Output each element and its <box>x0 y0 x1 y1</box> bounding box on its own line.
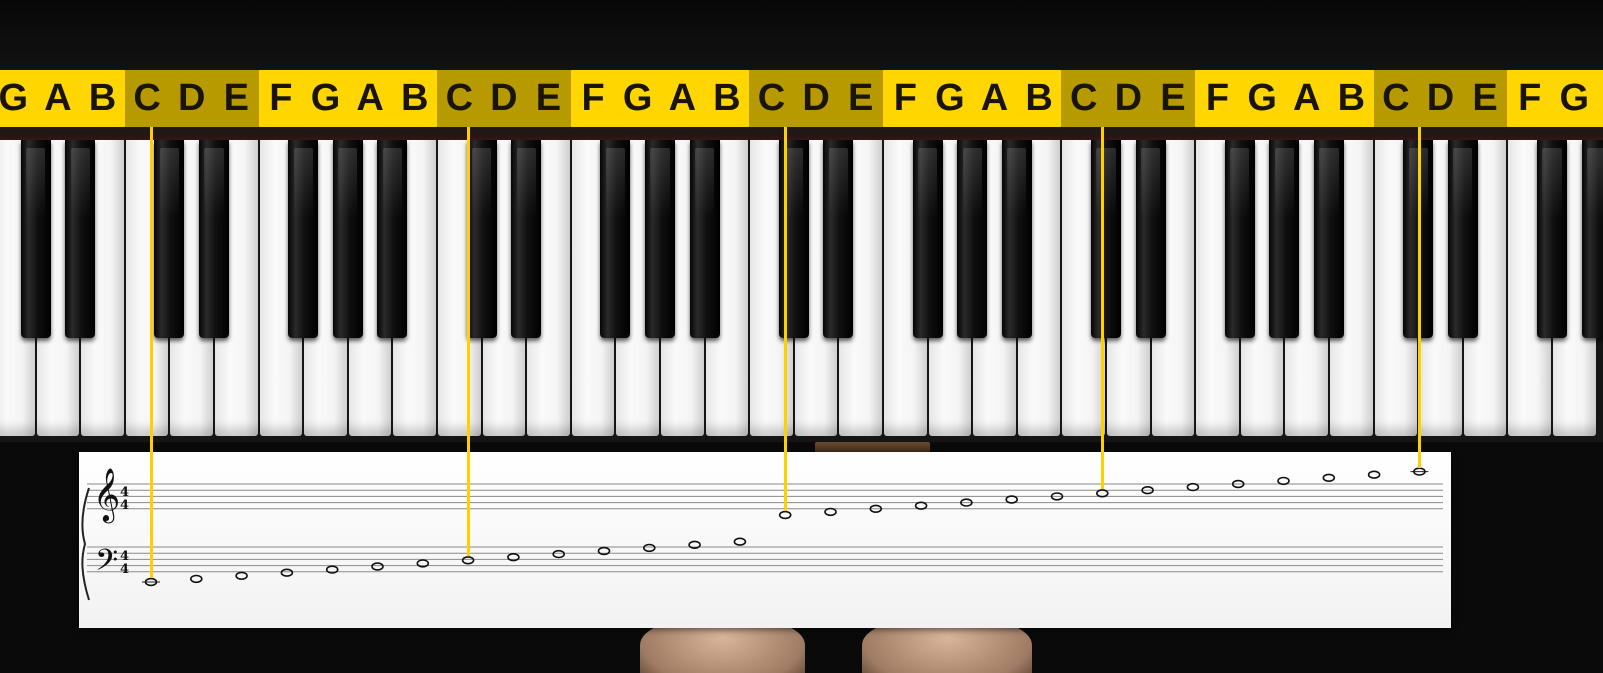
black-key[interactable] <box>1269 140 1300 338</box>
black-key[interactable] <box>511 140 542 338</box>
black-key[interactable] <box>1224 140 1255 338</box>
note-label-b: B <box>400 77 429 119</box>
black-key[interactable] <box>20 140 51 338</box>
note-label-b: B <box>1025 77 1053 119</box>
note-label-c: C <box>749 70 794 127</box>
black-key[interactable] <box>154 140 185 338</box>
note-label-a: A <box>668 77 697 119</box>
note-f2 <box>280 568 294 577</box>
black-key[interactable] <box>1581 140 1603 338</box>
score-panel: 𝄞 𝄢 4 4 4 4 <box>79 452 1451 628</box>
treble-clef-icon: 𝄞 <box>93 467 120 523</box>
grand-staff: 𝄞 𝄢 4 4 4 4 <box>81 467 1443 601</box>
guide-line-c3 <box>466 127 470 557</box>
note-label-b: B <box>88 77 117 119</box>
black-key[interactable] <box>332 140 363 338</box>
note-label-e: E <box>838 70 883 127</box>
note-f4 <box>914 501 928 510</box>
note-label-c: C <box>437 70 482 127</box>
note-g5 <box>1277 476 1290 486</box>
black-key[interactable] <box>1447 140 1478 338</box>
black-key[interactable] <box>600 140 631 338</box>
note-b5 <box>1367 470 1381 479</box>
note-label-e: E <box>526 70 571 127</box>
piano-lesson-frame: GABCDEFGABCDEFGABCDEFGABCDEFGABCDEFG 𝄞 𝄢… <box>0 0 1603 673</box>
note-label-d: D <box>481 70 527 127</box>
guide-line-c5 <box>1100 127 1104 490</box>
note-g3 <box>642 543 656 553</box>
bass-time-bottom: 4 <box>120 562 129 577</box>
note-d4 <box>824 507 837 517</box>
note-label-f: F <box>893 77 917 119</box>
black-key[interactable] <box>1001 140 1032 338</box>
note-d2 <box>190 574 203 584</box>
note-label-a: A <box>44 77 72 119</box>
treble-time-bottom: 4 <box>120 498 129 513</box>
note-label-f: F <box>1518 77 1542 119</box>
note-b3 <box>733 537 747 546</box>
black-key[interactable] <box>65 140 96 338</box>
black-key[interactable] <box>689 140 720 338</box>
black-key[interactable] <box>466 140 497 338</box>
black-key[interactable] <box>1091 140 1121 338</box>
note-label-d: D <box>793 70 839 127</box>
guide-line-c2 <box>149 127 153 578</box>
bass-clef-icon: 𝄢 <box>95 544 118 585</box>
note-label-c: C <box>1061 70 1106 127</box>
top-dark-area <box>0 0 1603 70</box>
note-label-g: G <box>1559 77 1590 119</box>
note-label-d: D <box>1418 70 1463 127</box>
guide-line-c6 <box>1417 127 1421 468</box>
note-e2 <box>235 571 248 581</box>
note-a4 <box>1005 495 1019 504</box>
staff-lines <box>87 483 1443 573</box>
black-key[interactable] <box>957 140 988 338</box>
note-label-a: A <box>356 77 384 119</box>
note-label-b: B <box>1337 77 1366 119</box>
note-label-d: D <box>169 70 214 127</box>
note-label-f: F <box>269 77 293 119</box>
note-label-c: C <box>124 70 170 127</box>
note-c5 <box>1095 489 1109 498</box>
black-key[interactable] <box>199 140 229 338</box>
note-label-d: D <box>1106 70 1151 127</box>
note-name-strip: GABCDEFGABCDEFGABCDEFGABCDEFGABCDEFG <box>0 70 1603 127</box>
note-label-c: C <box>1373 70 1419 127</box>
note-e3 <box>552 549 566 559</box>
black-key[interactable] <box>645 140 675 338</box>
note-label-e: E <box>1462 70 1508 127</box>
note-a2 <box>371 562 384 571</box>
note-e5 <box>1186 482 1200 492</box>
note-label-a: A <box>1292 77 1321 119</box>
black-key[interactable] <box>1537 140 1567 338</box>
note-c3 <box>461 556 475 565</box>
black-key[interactable] <box>288 140 319 338</box>
note-label-f: F <box>1205 77 1230 119</box>
black-key[interactable] <box>1135 140 1166 338</box>
piano-keyboard <box>0 140 1603 442</box>
note-a5 <box>1322 473 1336 482</box>
note-label-g: G <box>622 77 653 119</box>
black-key[interactable] <box>912 140 943 338</box>
note-label-e: E <box>214 70 259 127</box>
note-label-g: G <box>1247 77 1277 119</box>
note-c4 <box>778 510 792 520</box>
note-label-g: G <box>310 77 341 119</box>
black-key[interactable] <box>823 140 854 338</box>
note-label-g: G <box>935 77 965 119</box>
guide-line-c4 <box>783 127 787 511</box>
note-label-b: B <box>713 77 741 119</box>
black-key[interactable] <box>1314 140 1344 338</box>
staff-brace <box>81 487 90 601</box>
note-label-f: F <box>581 77 605 119</box>
note-label-a: A <box>980 77 1009 119</box>
note-label-g: G <box>0 77 29 119</box>
black-key[interactable] <box>377 140 408 338</box>
note-label-e: E <box>1150 70 1196 127</box>
